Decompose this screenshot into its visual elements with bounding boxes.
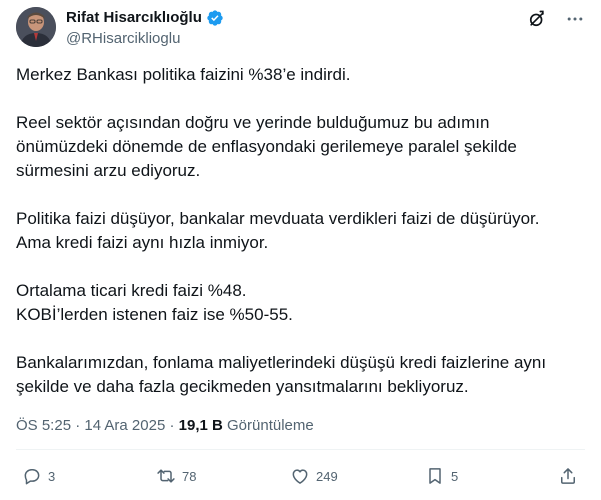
tweet-paragraph: Merkez Bankası politika faizini %38’e in… [16, 63, 586, 87]
tweet-line: şekilde ve daha fazla gecikmeden yansıtm… [16, 377, 469, 396]
retweet-icon [157, 469, 175, 483]
heart-icon [292, 469, 308, 484]
tweet-paragraph: Politika faizi düşüyor, bankalar mevduat… [16, 207, 586, 255]
share-button[interactable] [558, 466, 578, 486]
views-label[interactable]: Görüntüleme [227, 417, 314, 434]
reply-button[interactable]: 3 [22, 466, 55, 486]
views-count[interactable]: 19,1 B [179, 417, 223, 434]
tweet-line: KOBİ’lerden istenen faiz ise %50-55. [16, 305, 293, 324]
tweet-line: Reel sektör açısından doğru ve yerinde b… [16, 113, 490, 132]
avatar[interactable] [16, 7, 56, 47]
tweet-text: Merkez Bankası politika faizini %38’e in… [16, 63, 586, 399]
tweet-line: sürmesini arzu ediyoruz. [16, 161, 201, 180]
meta-separator: · [169, 417, 175, 434]
grok-icon[interactable] [527, 9, 547, 29]
retweet-button[interactable]: 78 [156, 466, 196, 486]
tweet-line: Politika faizi düşüyor, bankalar mevduat… [16, 209, 540, 228]
tweet-line: Ortalama ticari kredi faizi %48. [16, 281, 247, 300]
tweet-line: Ama kredi faizi aynı hızla inmiyor. [16, 233, 269, 252]
like-count: 249 [316, 468, 338, 484]
author-handle[interactable]: @RHisarciklioglu [66, 30, 180, 48]
action-bar: 3 78 249 5 [0, 460, 601, 496]
tweet-paragraph: Reel sektör açısından doğru ve yerinde b… [16, 111, 586, 183]
meta-separator: · [75, 417, 81, 434]
reply-count: 3 [48, 468, 56, 484]
divider [16, 449, 585, 450]
reply-icon [24, 469, 40, 485]
tweet-card: Rifat Hisarcıklıoğlu @RHisarciklioglu Me… [0, 0, 601, 500]
bookmark-icon [429, 468, 441, 484]
share-icon [561, 468, 575, 484]
tweet-line: Merkez Bankası politika faizini %38’e in… [16, 65, 351, 84]
tweet-line: Bankalarımızdan, fonlama maliyetlerindek… [16, 353, 547, 372]
bookmark-count: 5 [451, 468, 459, 484]
tweet-paragraph: Bankalarımızdan, fonlama maliyetlerindek… [16, 351, 586, 399]
author-name[interactable]: Rifat Hisarcıklıoğlu [66, 9, 224, 27]
author-name-text[interactable]: Rifat Hisarcıklıoğlu [66, 9, 202, 27]
tweet-time[interactable]: ÖS 5:25 [16, 417, 71, 434]
retweet-count: 78 [182, 468, 197, 484]
more-icon[interactable] [565, 9, 585, 29]
bookmark-button[interactable]: 5 [425, 466, 458, 486]
verified-badge-icon [207, 10, 223, 26]
top-actions [527, 9, 585, 29]
tweet-date[interactable]: 14 Ara 2025 [84, 417, 165, 434]
tweet-paragraph: Ortalama ticari kredi faizi %48. KOBİ’le… [16, 279, 586, 327]
tweet-meta: ÖS 5:25 · 14 Ara 2025 · 19,1 B Görüntüle… [16, 417, 314, 435]
like-button[interactable]: 249 [290, 466, 338, 486]
tweet-line: önümüzdeki dönemde de enflasyondaki geri… [16, 137, 517, 156]
